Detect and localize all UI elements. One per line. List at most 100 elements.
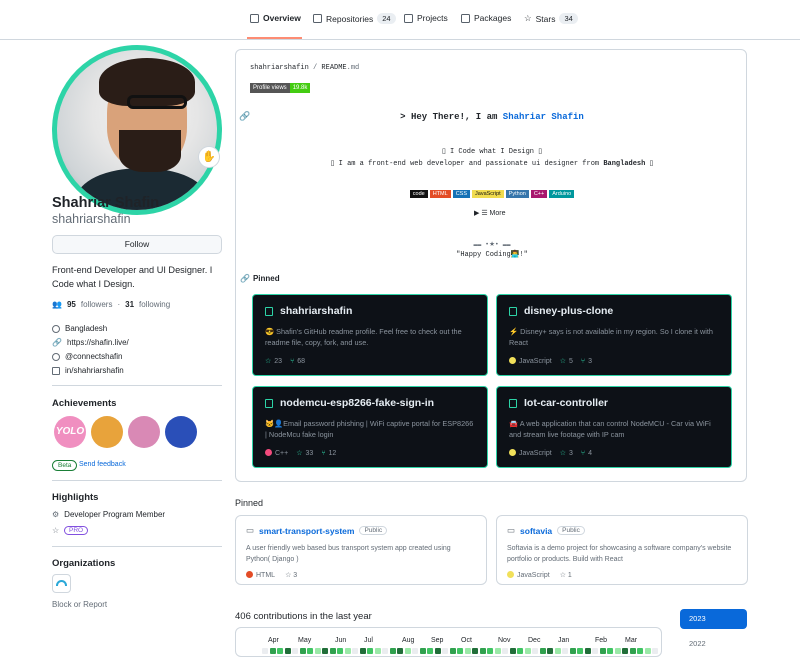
year-2022-button[interactable]: 2022 <box>680 634 747 654</box>
year-2023-button[interactable]: 2023 <box>680 609 747 629</box>
contribution-cell[interactable] <box>292 648 298 654</box>
followers-count[interactable]: 95 <box>67 300 76 309</box>
contribution-cell[interactable] <box>592 648 598 654</box>
visibility-badge: Public <box>557 526 585 535</box>
linkedin[interactable]: in/shahriarshafin <box>52 366 124 375</box>
contribution-cell[interactable] <box>524 648 531 654</box>
pinned-dark-title: 🔗 Pinned <box>240 274 280 283</box>
contribution-cell[interactable] <box>554 648 561 654</box>
contribution-cell[interactable] <box>577 648 583 654</box>
contribution-cell[interactable] <box>412 648 418 654</box>
contribution-cell[interactable] <box>547 648 553 654</box>
lang-badge: Python <box>505 190 529 198</box>
more-toggle[interactable]: ▶ ☰ More <box>474 209 506 217</box>
contribution-cell[interactable] <box>427 648 433 654</box>
following-count[interactable]: 31 <box>125 300 134 309</box>
contribution-cell[interactable] <box>637 648 643 654</box>
contribution-cell[interactable] <box>442 648 448 654</box>
contribution-cell[interactable] <box>262 648 268 654</box>
lang-badge: Arduino <box>549 190 575 198</box>
contribution-cell[interactable] <box>539 648 546 654</box>
block-report-link[interactable]: Block or Report <box>52 600 107 609</box>
contribution-cell[interactable] <box>359 648 366 654</box>
contribution-cell[interactable] <box>374 648 381 654</box>
achievement-yolo[interactable]: YOLO <box>54 416 86 448</box>
contribution-graph: Apr May Jun Jul Aug Sep Oct Nov Dec Jan … <box>235 627 662 657</box>
pinned-repo-card[interactable]: ▭ smart-transport-system Public A user fri… <box>235 515 487 585</box>
contribution-cell[interactable] <box>284 648 291 654</box>
contribution-cell[interactable] <box>269 648 276 654</box>
contribution-cell[interactable] <box>449 648 456 654</box>
contribution-cell[interactable] <box>329 648 336 654</box>
contribution-cell[interactable] <box>299 648 306 654</box>
pinned-repo-card[interactable]: ▭ softavia Public Softavia is a demo proje… <box>496 515 748 585</box>
profile-bio: Front-end Developer and UI Designer. I C… <box>52 265 213 289</box>
tab-stars[interactable]: ☆ Stars 34 <box>524 13 578 24</box>
twitter[interactable]: @connectshafin <box>52 352 123 361</box>
organization-avatar[interactable] <box>52 574 71 593</box>
pinned-card[interactable]: Iot-car-controller 🚘 A web application t… <box>496 386 732 468</box>
contribution-cell[interactable] <box>494 648 501 654</box>
contribution-cell[interactable] <box>644 648 651 654</box>
contribution-cell[interactable] <box>629 648 636 654</box>
contribution-cell[interactable] <box>614 648 621 654</box>
achievement-pull-shark[interactable] <box>91 416 123 448</box>
contribution-cell[interactable] <box>479 648 486 654</box>
contribution-cell[interactable] <box>322 648 328 654</box>
contribution-cell[interactable] <box>464 648 471 654</box>
contribution-cell[interactable] <box>419 648 426 654</box>
contribution-cell[interactable] <box>344 648 351 654</box>
contribution-cell[interactable] <box>584 648 591 654</box>
contribution-cell[interactable] <box>487 648 493 654</box>
divider <box>52 385 222 386</box>
contribution-cell[interactable] <box>599 648 606 654</box>
achievements-title[interactable]: Achievements <box>52 398 116 409</box>
contribution-cell[interactable] <box>607 648 613 654</box>
divider <box>52 546 222 547</box>
contribution-cell[interactable] <box>569 648 576 654</box>
contribution-cell[interactable] <box>652 648 658 654</box>
achievement-arctic[interactable] <box>165 416 197 448</box>
contribution-cell[interactable] <box>509 648 516 654</box>
fork-icon: ⑂ <box>290 357 295 365</box>
avatar[interactable] <box>52 45 222 215</box>
contribution-cell[interactable] <box>532 648 538 654</box>
active-tab-underline <box>247 37 302 39</box>
contribution-cell[interactable] <box>397 648 403 654</box>
send-feedback-link[interactable]: Send feedback <box>79 461 126 468</box>
contribution-cell[interactable] <box>517 648 523 654</box>
tab-projects[interactable]: Projects <box>404 13 448 23</box>
contribution-cell[interactable] <box>367 648 373 654</box>
tab-overview[interactable]: Overview <box>250 13 301 23</box>
contribution-cell[interactable] <box>389 648 396 654</box>
contribution-cell[interactable] <box>314 648 321 654</box>
lang-badge: code <box>409 190 428 198</box>
contribution-cell[interactable] <box>472 648 478 654</box>
pinned-card[interactable]: shahriarshafin 😎 Shafin's GitHub readme … <box>252 294 488 376</box>
contribution-cell[interactable] <box>434 648 441 654</box>
contribution-cell[interactable] <box>404 648 411 654</box>
contribution-cell[interactable] <box>457 648 463 654</box>
table-icon <box>404 13 413 23</box>
website[interactable]: 🔗 https://shafin.live/ <box>52 338 129 347</box>
tab-packages[interactable]: Packages <box>461 13 511 23</box>
tab-repositories[interactable]: Repositories 24 <box>313 13 396 24</box>
contribution-cell[interactable] <box>622 648 628 654</box>
contribution-cell[interactable] <box>337 648 343 654</box>
contribution-cell[interactable] <box>352 648 358 654</box>
follow-button[interactable]: Follow <box>52 235 222 254</box>
status-emoji[interactable]: ✋ <box>198 146 220 168</box>
contribution-cell[interactable] <box>562 648 568 654</box>
pinned-card[interactable]: disney-plus-clone ⚡ Disney+ says is not … <box>496 294 732 376</box>
contribution-cell[interactable] <box>277 648 283 654</box>
stars-count: 34 <box>559 13 578 24</box>
pinned-card[interactable]: nodemcu-esp8266-fake-sign-in 🐱‍👤Email pa… <box>252 386 488 468</box>
divider <box>52 480 222 481</box>
contribution-cell[interactable] <box>382 648 388 654</box>
achievement-quickdraw[interactable] <box>128 416 160 448</box>
twitter-icon <box>52 352 60 361</box>
star-icon: ☆ <box>559 450 566 457</box>
contribution-cell[interactable] <box>307 648 313 654</box>
contribution-cell[interactable] <box>502 648 508 654</box>
readme-separator: ▬▬ •★• ▬▬ <box>473 241 511 248</box>
